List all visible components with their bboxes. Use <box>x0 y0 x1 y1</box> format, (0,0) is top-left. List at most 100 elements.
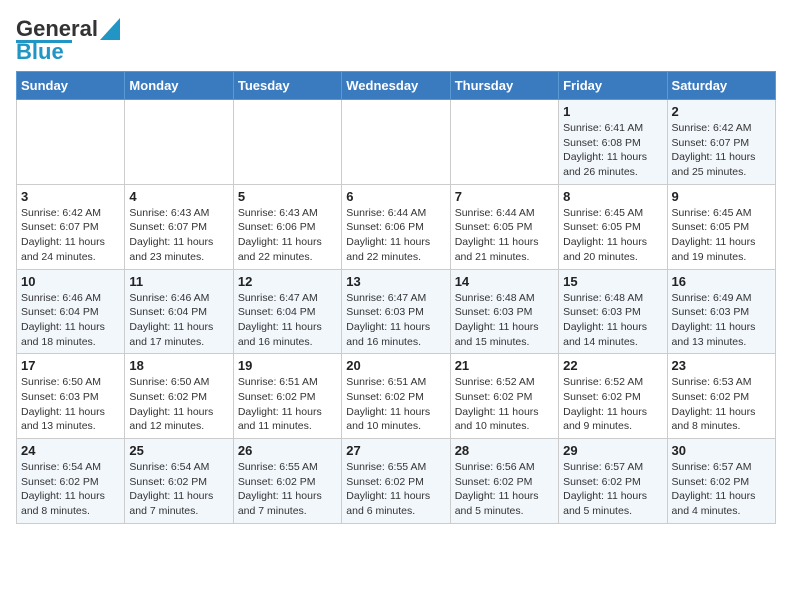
calendar-cell: 8 Sunrise: 6:45 AMSunset: 6:05 PMDaylight… <box>559 184 667 269</box>
day-info: Sunrise: 6:52 AMSunset: 6:02 PMDaylight:… <box>563 375 662 434</box>
calendar-cell: 26 Sunrise: 6:55 AMSunset: 6:02 PMDayligh… <box>233 439 341 524</box>
day-info: Sunrise: 6:57 AMSunset: 6:02 PMDaylight:… <box>672 460 771 519</box>
day-info: Sunrise: 6:46 AMSunset: 6:04 PMDaylight:… <box>21 291 120 350</box>
header-tuesday: Tuesday <box>233 72 341 100</box>
calendar-cell: 27 Sunrise: 6:55 AMSunset: 6:02 PMDayligh… <box>342 439 450 524</box>
day-number: 20 <box>346 358 445 373</box>
day-number: 24 <box>21 443 120 458</box>
day-info: Sunrise: 6:50 AMSunset: 6:02 PMDaylight:… <box>129 375 228 434</box>
day-number: 30 <box>672 443 771 458</box>
day-info: Sunrise: 6:42 AMSunset: 6:07 PMDaylight:… <box>21 206 120 265</box>
calendar-cell: 16 Sunrise: 6:49 AMSunset: 6:03 PMDayligh… <box>667 269 775 354</box>
day-info: Sunrise: 6:55 AMSunset: 6:02 PMDaylight:… <box>346 460 445 519</box>
day-number: 1 <box>563 104 662 119</box>
calendar-cell <box>125 100 233 185</box>
day-info: Sunrise: 6:48 AMSunset: 6:03 PMDaylight:… <box>455 291 554 350</box>
logo: General Blue <box>16 16 120 63</box>
day-number: 7 <box>455 189 554 204</box>
logo-arrow-icon <box>100 18 120 40</box>
day-info: Sunrise: 6:54 AMSunset: 6:02 PMDaylight:… <box>21 460 120 519</box>
calendar-cell: 28 Sunrise: 6:56 AMSunset: 6:02 PMDayligh… <box>450 439 558 524</box>
day-number: 9 <box>672 189 771 204</box>
day-info: Sunrise: 6:50 AMSunset: 6:03 PMDaylight:… <box>21 375 120 434</box>
calendar-cell: 9 Sunrise: 6:45 AMSunset: 6:05 PMDaylight… <box>667 184 775 269</box>
logo-text-blue: Blue <box>16 41 64 63</box>
calendar-cell: 12Sunrise: 6:47 AMSunset: 6:04 PMDayligh… <box>233 269 341 354</box>
calendar-cell: 5 Sunrise: 6:43 AMSunset: 6:06 PMDaylight… <box>233 184 341 269</box>
calendar-cell: 21 Sunrise: 6:52 AMSunset: 6:02 PMDayligh… <box>450 354 558 439</box>
day-number: 10 <box>21 274 120 289</box>
calendar-cell: 11 Sunrise: 6:46 AMSunset: 6:04 PMDayligh… <box>125 269 233 354</box>
day-number: 18 <box>129 358 228 373</box>
calendar-week-row: 17Sunrise: 6:50 AMSunset: 6:03 PMDayligh… <box>17 354 776 439</box>
calendar-cell: 20 Sunrise: 6:51 AMSunset: 6:02 PMDayligh… <box>342 354 450 439</box>
day-info: Sunrise: 6:48 AMSunset: 6:03 PMDaylight:… <box>563 291 662 350</box>
header-thursday: Thursday <box>450 72 558 100</box>
day-info: Sunrise: 6:57 AMSunset: 6:02 PMDaylight:… <box>563 460 662 519</box>
day-number: 28 <box>455 443 554 458</box>
header-wednesday: Wednesday <box>342 72 450 100</box>
day-info: Sunrise: 6:44 AMSunset: 6:06 PMDaylight:… <box>346 206 445 265</box>
calendar-cell: 3Sunrise: 6:42 AMSunset: 6:07 PMDaylight… <box>17 184 125 269</box>
day-number: 6 <box>346 189 445 204</box>
day-number: 25 <box>129 443 228 458</box>
calendar-cell: 17Sunrise: 6:50 AMSunset: 6:03 PMDayligh… <box>17 354 125 439</box>
calendar-cell: 30 Sunrise: 6:57 AMSunset: 6:02 PMDayligh… <box>667 439 775 524</box>
day-number: 16 <box>672 274 771 289</box>
calendar-cell: 29 Sunrise: 6:57 AMSunset: 6:02 PMDayligh… <box>559 439 667 524</box>
day-number: 27 <box>346 443 445 458</box>
calendar-cell: 13 Sunrise: 6:47 AMSunset: 6:03 PMDayligh… <box>342 269 450 354</box>
calendar-cell: 25 Sunrise: 6:54 AMSunset: 6:02 PMDayligh… <box>125 439 233 524</box>
day-info: Sunrise: 6:45 AMSunset: 6:05 PMDaylight:… <box>672 206 771 265</box>
day-number: 13 <box>346 274 445 289</box>
day-info: Sunrise: 6:49 AMSunset: 6:03 PMDaylight:… <box>672 291 771 350</box>
calendar-cell: 7Sunrise: 6:44 AMSunset: 6:05 PMDaylight… <box>450 184 558 269</box>
day-number: 15 <box>563 274 662 289</box>
day-info: Sunrise: 6:51 AMSunset: 6:02 PMDaylight:… <box>346 375 445 434</box>
day-number: 4 <box>129 189 228 204</box>
header-saturday: Saturday <box>667 72 775 100</box>
day-number: 2 <box>672 104 771 119</box>
day-number: 11 <box>129 274 228 289</box>
day-number: 22 <box>563 358 662 373</box>
day-info: Sunrise: 6:54 AMSunset: 6:02 PMDaylight:… <box>129 460 228 519</box>
day-number: 26 <box>238 443 337 458</box>
day-info: Sunrise: 6:47 AMSunset: 6:03 PMDaylight:… <box>346 291 445 350</box>
calendar-week-row: 3Sunrise: 6:42 AMSunset: 6:07 PMDaylight… <box>17 184 776 269</box>
day-number: 29 <box>563 443 662 458</box>
day-info: Sunrise: 6:47 AMSunset: 6:04 PMDaylight:… <box>238 291 337 350</box>
calendar-week-row: 10 Sunrise: 6:46 AMSunset: 6:04 PMDayligh… <box>17 269 776 354</box>
day-info: Sunrise: 6:52 AMSunset: 6:02 PMDaylight:… <box>455 375 554 434</box>
header-sunday: Sunday <box>17 72 125 100</box>
calendar-week-row: 1 Sunrise: 6:41 AMSunset: 6:08 PMDaylight… <box>17 100 776 185</box>
calendar-cell: 6 Sunrise: 6:44 AMSunset: 6:06 PMDaylight… <box>342 184 450 269</box>
day-number: 8 <box>563 189 662 204</box>
day-info: Sunrise: 6:41 AMSunset: 6:08 PMDaylight:… <box>563 121 662 180</box>
day-number: 23 <box>672 358 771 373</box>
calendar-cell: 14 Sunrise: 6:48 AMSunset: 6:03 PMDayligh… <box>450 269 558 354</box>
calendar-cell: 24 Sunrise: 6:54 AMSunset: 6:02 PMDayligh… <box>17 439 125 524</box>
day-info: Sunrise: 6:42 AMSunset: 6:07 PMDaylight:… <box>672 121 771 180</box>
calendar-cell <box>17 100 125 185</box>
page-header: General Blue <box>16 16 776 63</box>
calendar-cell: 10 Sunrise: 6:46 AMSunset: 6:04 PMDayligh… <box>17 269 125 354</box>
calendar-cell <box>233 100 341 185</box>
day-number: 5 <box>238 189 337 204</box>
day-info: Sunrise: 6:45 AMSunset: 6:05 PMDaylight:… <box>563 206 662 265</box>
calendar-cell: 15 Sunrise: 6:48 AMSunset: 6:03 PMDayligh… <box>559 269 667 354</box>
calendar-cell: 4Sunrise: 6:43 AMSunset: 6:07 PMDaylight… <box>125 184 233 269</box>
day-number: 21 <box>455 358 554 373</box>
day-info: Sunrise: 6:43 AMSunset: 6:06 PMDaylight:… <box>238 206 337 265</box>
calendar-cell: 23 Sunrise: 6:53 AMSunset: 6:02 PMDayligh… <box>667 354 775 439</box>
day-number: 14 <box>455 274 554 289</box>
calendar-cell <box>450 100 558 185</box>
day-info: Sunrise: 6:51 AMSunset: 6:02 PMDaylight:… <box>238 375 337 434</box>
calendar-cell: 2 Sunrise: 6:42 AMSunset: 6:07 PMDaylight… <box>667 100 775 185</box>
header-friday: Friday <box>559 72 667 100</box>
day-info: Sunrise: 6:46 AMSunset: 6:04 PMDaylight:… <box>129 291 228 350</box>
header-monday: Monday <box>125 72 233 100</box>
day-info: Sunrise: 6:55 AMSunset: 6:02 PMDaylight:… <box>238 460 337 519</box>
day-info: Sunrise: 6:53 AMSunset: 6:02 PMDaylight:… <box>672 375 771 434</box>
day-info: Sunrise: 6:56 AMSunset: 6:02 PMDaylight:… <box>455 460 554 519</box>
calendar-cell: 18 Sunrise: 6:50 AMSunset: 6:02 PMDayligh… <box>125 354 233 439</box>
